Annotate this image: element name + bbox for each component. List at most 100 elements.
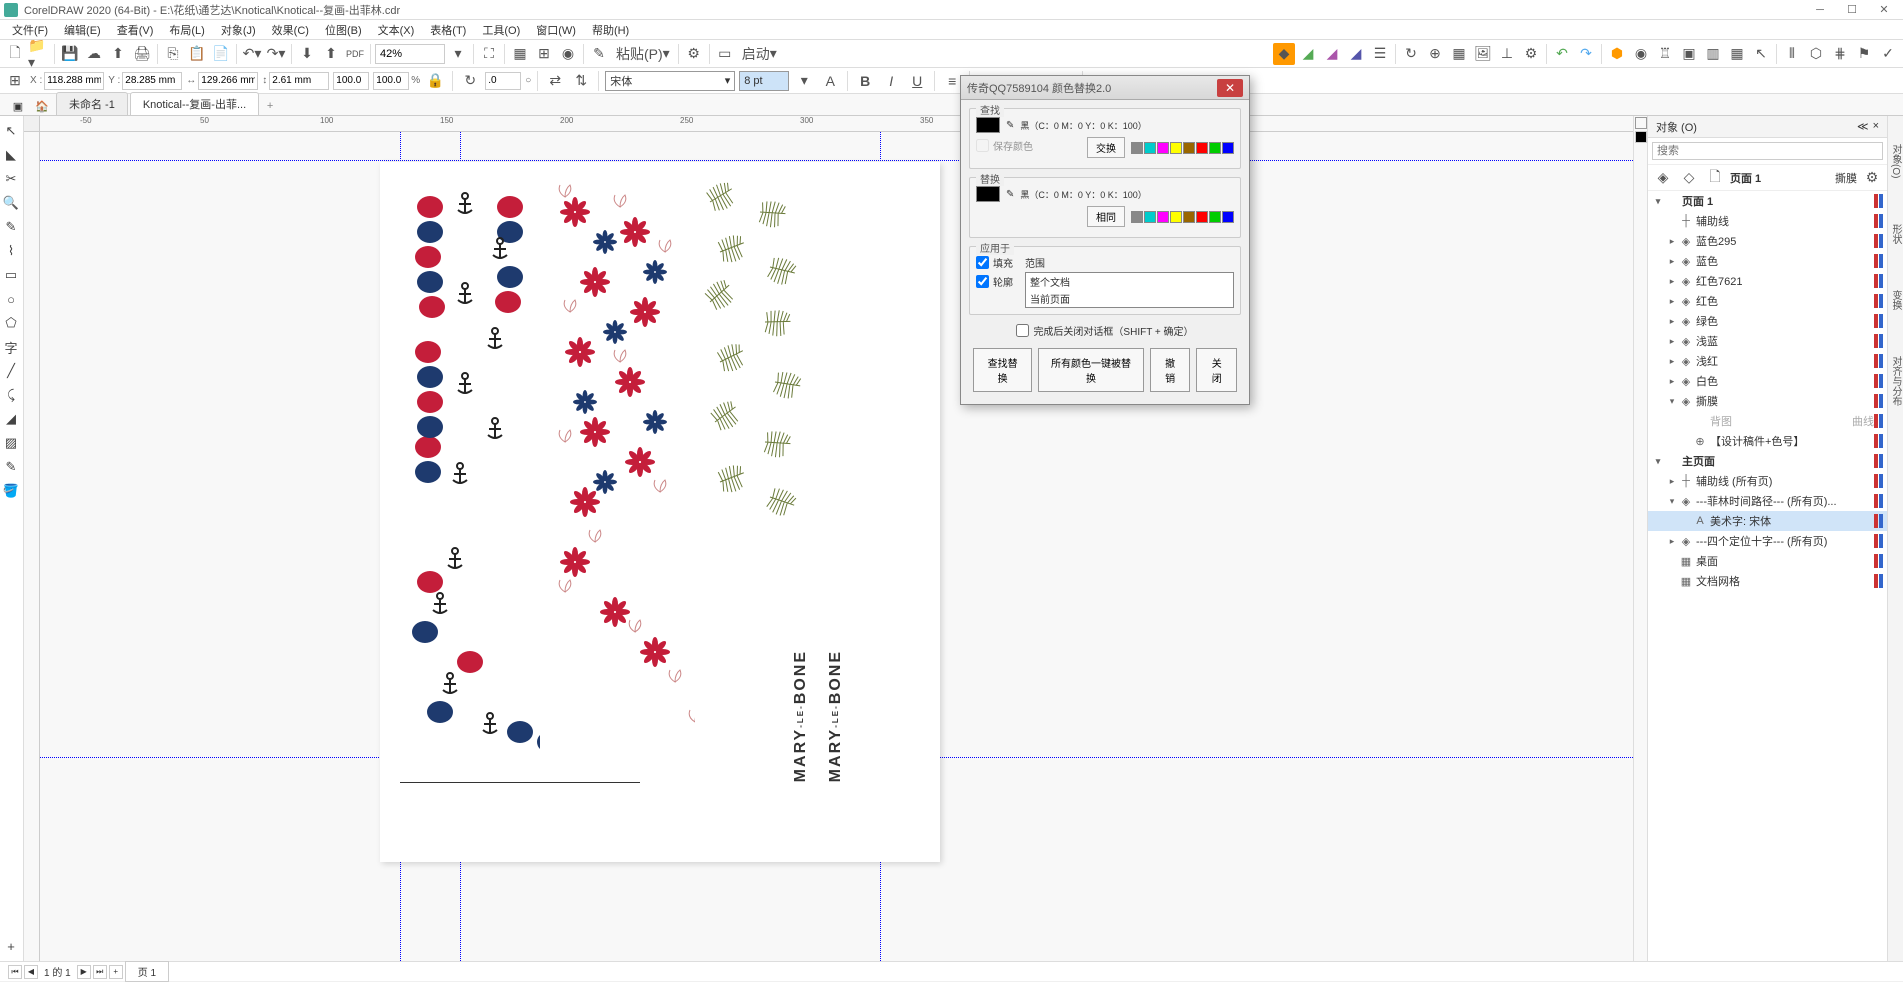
width-input[interactable]: [198, 72, 258, 90]
redo2-icon[interactable]: ↷: [1575, 43, 1597, 65]
palette-color[interactable]: [1144, 142, 1156, 154]
chrome-icon[interactable]: ◉: [1630, 43, 1652, 65]
tree-item[interactable]: 背图曲线: [1648, 411, 1887, 431]
tree-item[interactable]: ▾页面 1: [1648, 191, 1887, 211]
page-label[interactable]: 页面 1: [1730, 170, 1761, 186]
plugin2-icon[interactable]: ◢: [1297, 43, 1319, 65]
tree-icon[interactable]: ⊥: [1496, 43, 1518, 65]
shield-icon[interactable]: ⬢: [1606, 43, 1628, 65]
palette-color[interactable]: [1183, 142, 1195, 154]
y-input[interactable]: [122, 72, 182, 90]
right-tab-transform[interactable]: 变换: [1887, 282, 1903, 318]
clipboard-icon[interactable]: 📄: [210, 43, 232, 65]
close-after-checkbox[interactable]: 完成后关闭对话框（SHIFT + 确定）: [969, 323, 1241, 338]
expand-icon[interactable]: ▸: [1666, 476, 1678, 487]
mirror-v-icon[interactable]: ⇅: [570, 70, 592, 92]
close-button[interactable]: 关闭: [1196, 348, 1237, 392]
launch-dropdown[interactable]: 启动 ▾: [738, 43, 781, 65]
replace-color-swatch[interactable]: [976, 186, 1000, 202]
fill-tool-icon[interactable]: 🪣: [0, 480, 22, 502]
palette-color[interactable]: [1222, 211, 1234, 223]
menu-tools[interactable]: 工具(O): [474, 20, 528, 40]
check-icon[interactable]: ✓: [1877, 43, 1899, 65]
no-color-swatch[interactable]: [1635, 117, 1647, 129]
ellipse-tool-icon[interactable]: ○: [0, 288, 22, 310]
tree-item[interactable]: ▸◈---四个定位十字--- (所有页): [1648, 531, 1887, 551]
palette-color[interactable]: [1157, 142, 1169, 154]
rotation-input[interactable]: [485, 72, 521, 90]
palette-color[interactable]: [1183, 211, 1195, 223]
page-prev-icon[interactable]: ◀: [24, 965, 38, 979]
palette-color[interactable]: [1196, 142, 1208, 154]
right-tab-align[interactable]: 对齐与分布: [1887, 348, 1903, 414]
underline-icon[interactable]: U: [906, 70, 928, 92]
tree-item[interactable]: ▸◈绿色: [1648, 311, 1887, 331]
eyedropper-icon[interactable]: ✎: [1006, 120, 1014, 131]
tree-item[interactable]: ▾主页面: [1648, 451, 1887, 471]
tree-item[interactable]: A美术字: 宋体: [1648, 511, 1887, 531]
menu-view[interactable]: 查看(V): [109, 20, 162, 40]
tab-knotical[interactable]: Knotical--复画-出菲...: [130, 92, 259, 115]
expand-icon[interactable]: ▸: [1666, 276, 1678, 287]
transparency-tool-icon[interactable]: ▨: [0, 432, 22, 454]
right-tab-shapes[interactable]: 形状: [1887, 216, 1903, 252]
new-icon[interactable]: 🗋: [4, 43, 26, 65]
height-input[interactable]: [269, 72, 329, 90]
print-icon[interactable]: 🖨: [131, 43, 153, 65]
font-up-icon[interactable]: A: [819, 70, 841, 92]
expand-icon[interactable]: ▸: [1666, 536, 1678, 547]
tree-item[interactable]: ┼辅助线: [1648, 211, 1887, 231]
panel-settings-icon[interactable]: ⚙: [1861, 167, 1883, 189]
maximize-button[interactable]: ☐: [1837, 1, 1867, 19]
shadow-tool-icon[interactable]: ◢: [0, 408, 22, 430]
zoom-tool-icon[interactable]: 🔍: [0, 192, 22, 214]
zoom-input[interactable]: [375, 44, 445, 64]
save-color-checkbox[interactable]: 保存颜色: [976, 138, 1033, 153]
page-last-icon[interactable]: ⏭: [93, 965, 107, 979]
gear-icon[interactable]: ⚙: [1520, 43, 1542, 65]
menu-text[interactable]: 文本(X): [370, 20, 423, 40]
palette-color[interactable]: [1170, 142, 1182, 154]
menu-effects[interactable]: 效果(C): [264, 20, 317, 40]
close-button[interactable]: ✕: [1869, 1, 1899, 19]
tower-icon[interactable]: ♖: [1654, 43, 1676, 65]
font-select[interactable]: 宋体▾: [605, 71, 735, 91]
save-icon[interactable]: 💾: [59, 43, 81, 65]
palette-color[interactable]: [1144, 211, 1156, 223]
expand-icon[interactable]: ▸: [1666, 256, 1678, 267]
snap-icon[interactable]: ◉: [557, 43, 579, 65]
cube-icon[interactable]: ⬡: [1805, 43, 1827, 65]
lock-ratio-icon[interactable]: 🔒: [424, 70, 446, 92]
tree-item[interactable]: ▸┼辅助线 (所有页): [1648, 471, 1887, 491]
tree-item[interactable]: ▸◈浅红: [1648, 351, 1887, 371]
range-listbox[interactable]: 整个文档 当前页面 选定: [1025, 272, 1234, 308]
italic-icon[interactable]: I: [880, 70, 902, 92]
size-dropdown-icon[interactable]: ▾: [793, 70, 815, 92]
outline-checkbox[interactable]: 轮廓: [976, 274, 1013, 289]
expand-icon[interactable]: ▸: [1666, 316, 1678, 327]
paste-dropdown[interactable]: 粘贴(P)▾: [612, 43, 674, 65]
guides-icon[interactable]: ⊞: [533, 43, 555, 65]
objects-search-input[interactable]: [1652, 142, 1883, 160]
tree-item[interactable]: ▸◈红色7621: [1648, 271, 1887, 291]
panel-close-icon[interactable]: ×: [1873, 120, 1879, 133]
tab-home-icon[interactable]: ▣: [8, 97, 28, 115]
plugin5-icon[interactable]: ☰: [1369, 43, 1391, 65]
tree-item[interactable]: ▾◈撕膜: [1648, 391, 1887, 411]
add-tool-icon[interactable]: +: [0, 935, 22, 957]
flag-icon[interactable]: ⚑: [1853, 43, 1875, 65]
palette-color[interactable]: [1131, 211, 1143, 223]
page-next-icon[interactable]: ▶: [77, 965, 91, 979]
cloud-up-icon[interactable]: ⬆: [107, 43, 129, 65]
tree-item[interactable]: ▸◈蓝色295: [1648, 231, 1887, 251]
bold-icon[interactable]: B: [854, 70, 876, 92]
zoom-dropdown-icon[interactable]: ▾: [447, 43, 469, 65]
crop-tool-icon[interactable]: ✂: [0, 168, 22, 190]
expand-icon[interactable]: ▾: [1666, 396, 1678, 407]
export-icon[interactable]: ⬆: [320, 43, 342, 65]
workspace[interactable]: MARY-LE-BONE MARY-LE-BONE: [40, 132, 1647, 961]
expand-icon[interactable]: ▾: [1652, 196, 1664, 207]
ruler-horizontal[interactable]: -50 50 100 150 200 250 300 350: [40, 116, 1647, 132]
palette-color[interactable]: [1131, 142, 1143, 154]
expand-icon[interactable]: ▾: [1652, 456, 1664, 467]
